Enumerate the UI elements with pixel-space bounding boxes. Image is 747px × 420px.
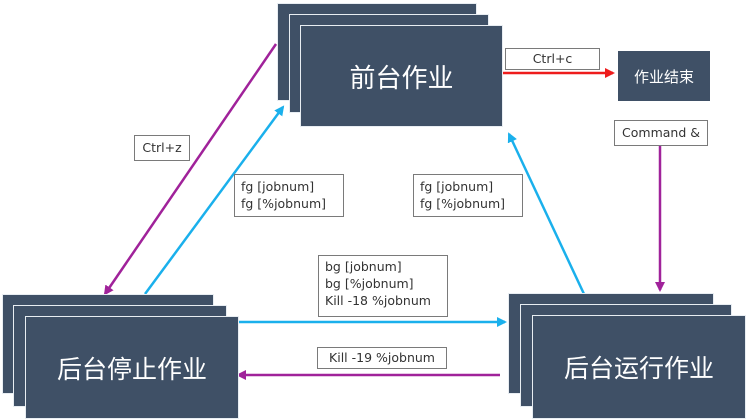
- fg-jobnum-text: fg [jobnum]: [420, 179, 494, 194]
- job-finished-node: 作业结束: [618, 51, 710, 101]
- stopped-to-running-label: bg [jobnum] bg [%jobnum] Kill -18 %jobnu…: [318, 255, 448, 317]
- bg-jobnum-text: bg [jobnum]: [325, 259, 402, 274]
- fg-percent-jobnum-text: fg [%jobnum]: [420, 196, 506, 211]
- running-job-node: 后台运行作业: [508, 293, 746, 419]
- stopped-to-fg-label: fg [jobnum] fg [%jobnum]: [234, 174, 344, 217]
- arrow-ctrl-z: [103, 43, 278, 296]
- stopped-job-label: 后台停止作业: [25, 316, 239, 419]
- ctrl-c-label: Ctrl+c: [505, 48, 600, 70]
- running-job-label: 后台运行作业: [532, 315, 746, 419]
- ctrl-z-label: Ctrl+z: [134, 135, 190, 161]
- foreground-job-label: 前台作业: [300, 25, 503, 127]
- fg-percent-jobnum-text: fg [%jobnum]: [241, 196, 327, 211]
- bg-percent-jobnum-text: bg [%jobnum]: [325, 276, 414, 291]
- kill-18-text: Kill -18 %jobnum: [325, 293, 431, 308]
- fg-jobnum-text: fg [jobnum]: [241, 179, 315, 194]
- stopped-job-node: 后台停止作业: [2, 294, 239, 419]
- command-ampersand-label: Command &: [614, 120, 708, 146]
- running-to-fg-label: fg [jobnum] fg [%jobnum]: [413, 174, 523, 217]
- kill-19-label: Kill -19 %jobnum: [317, 347, 447, 369]
- foreground-job-node: 前台作业: [277, 3, 503, 127]
